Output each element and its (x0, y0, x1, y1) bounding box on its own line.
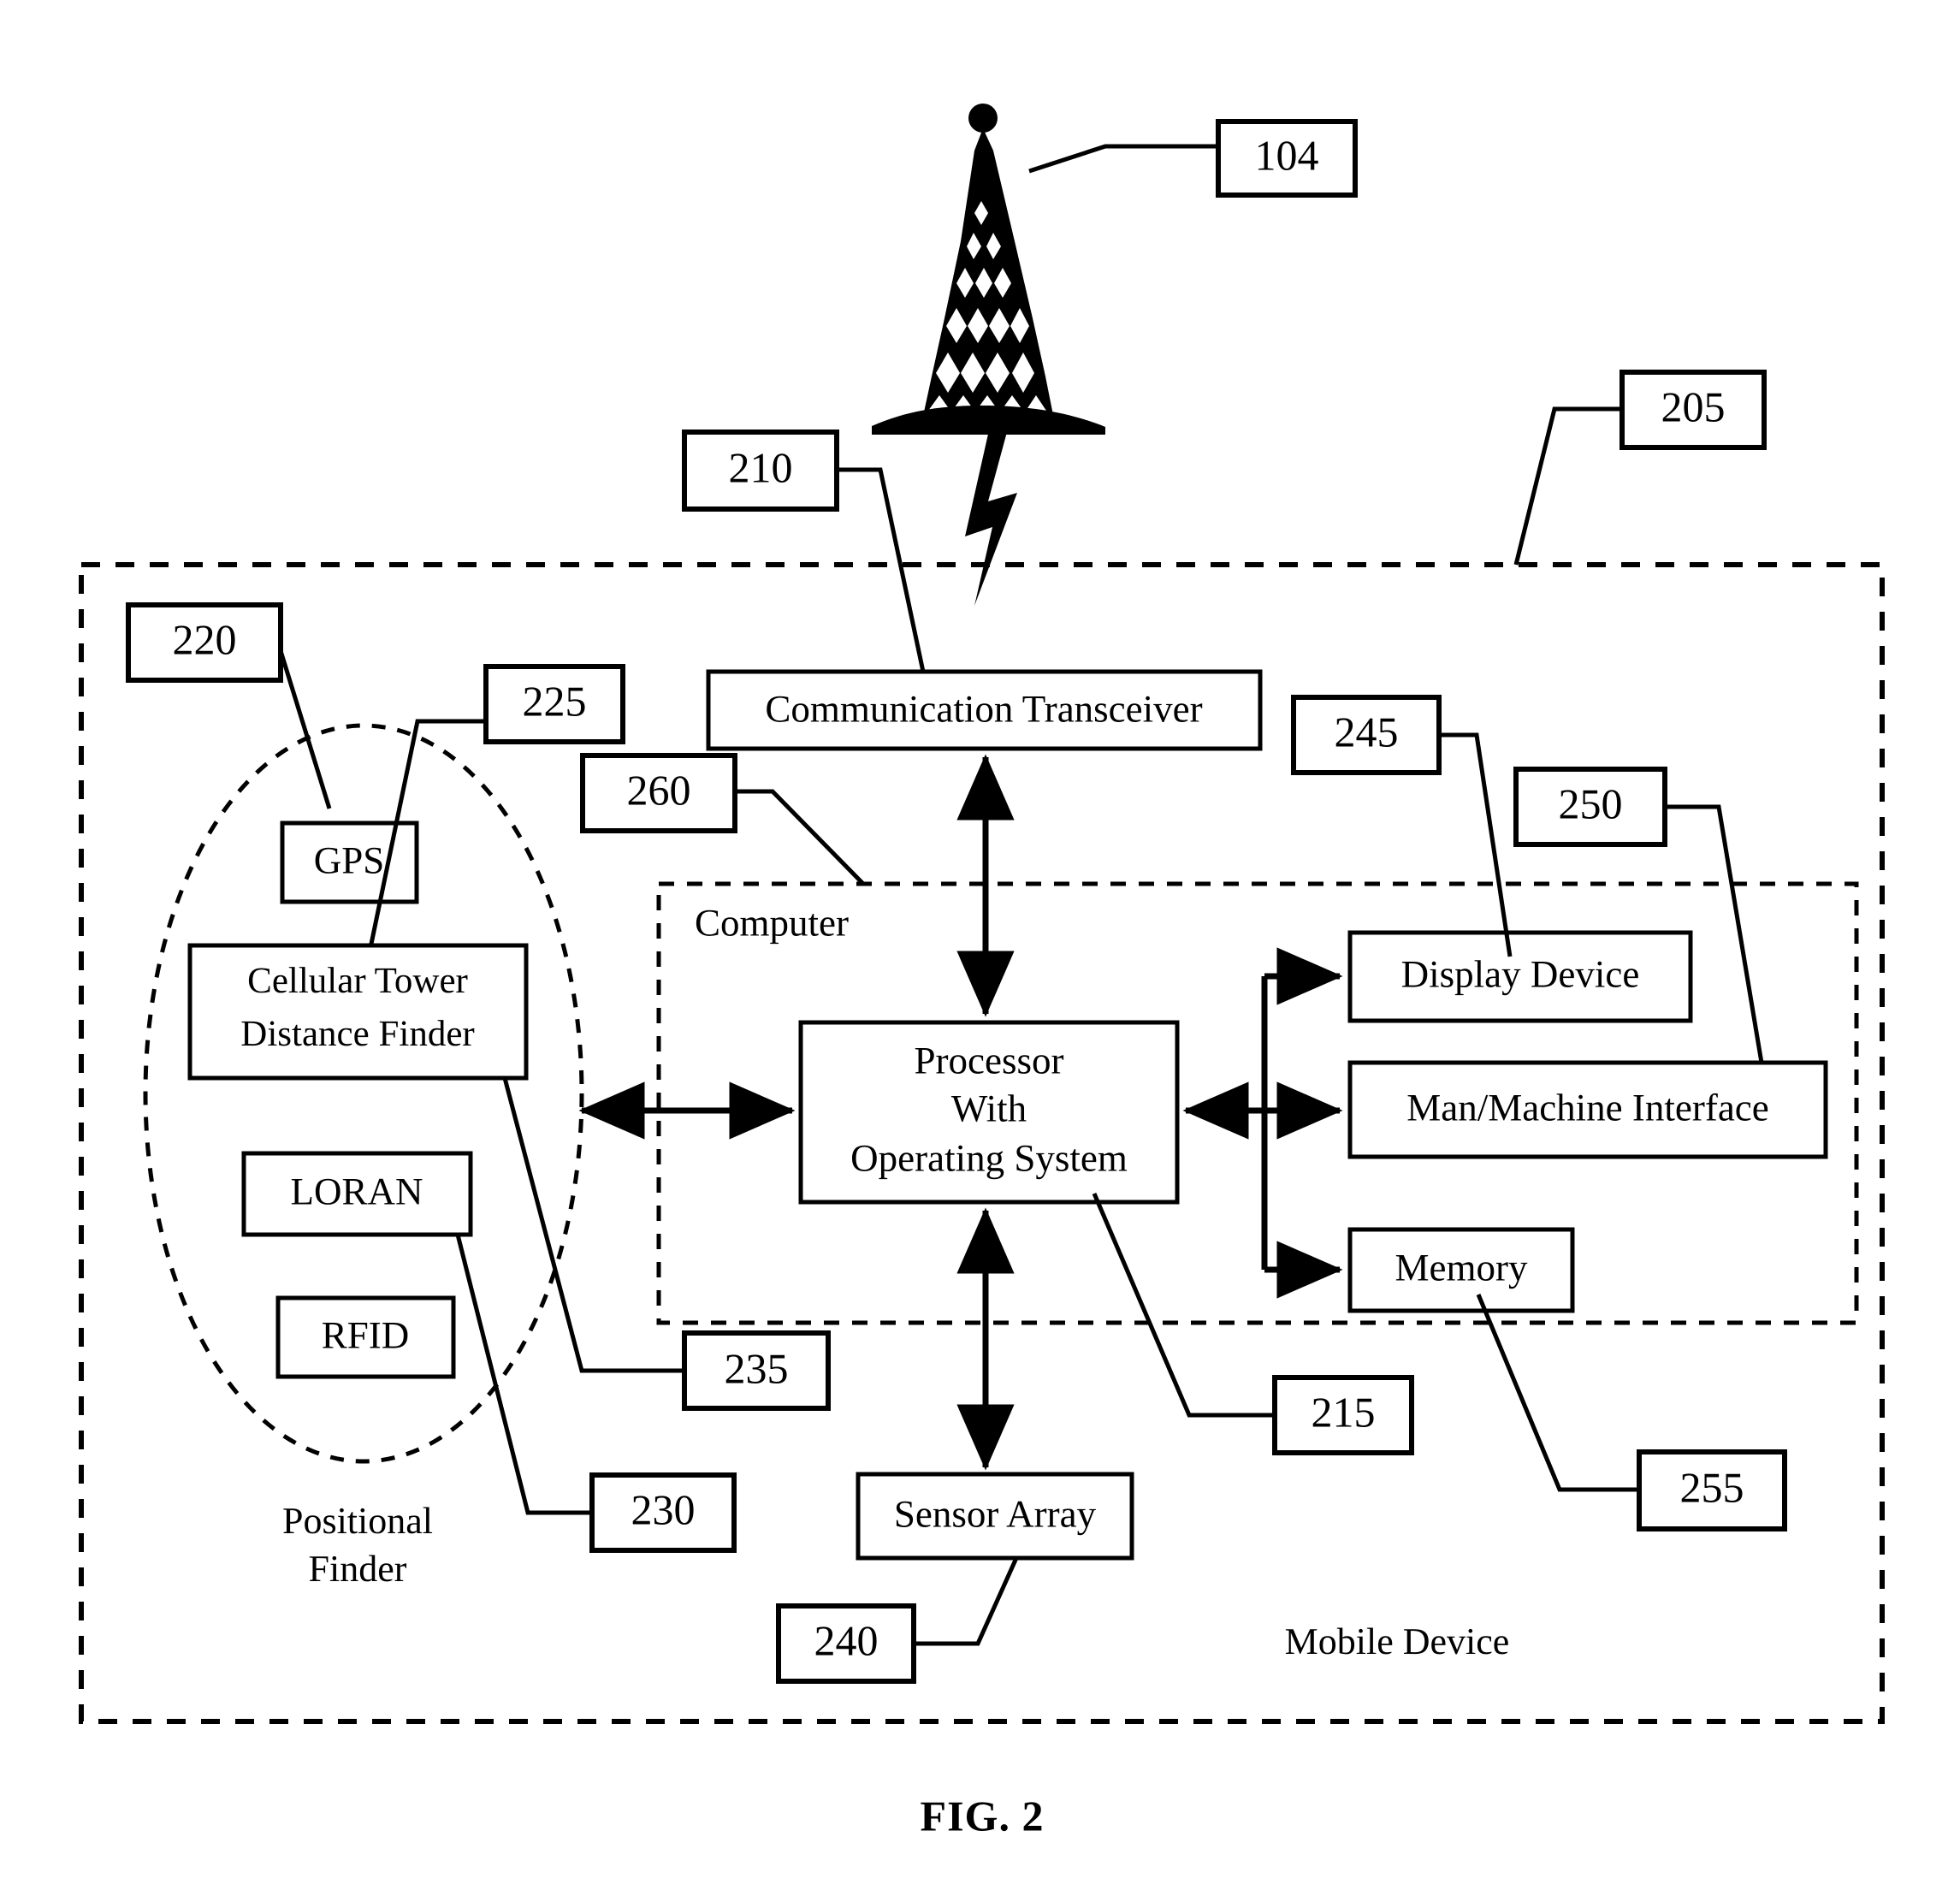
ref-label-235: 235 (725, 1344, 789, 1392)
communication-transceiver-node[interactable]: Communication Transceiver (706, 669, 1263, 751)
ref-label-260: 260 (627, 766, 691, 814)
cell-tower-icon (872, 104, 1105, 435)
cellular-tower-distance-finder-node[interactable]: Cellular Tower Distance Finder (187, 943, 529, 1081)
ref-label-245: 245 (1335, 708, 1399, 755)
ref-label-225: 225 (523, 677, 587, 725)
ref-label-205: 205 (1661, 382, 1726, 430)
patent-figure: 104 205 Mobile Device Communication Tran… (0, 0, 1960, 1884)
sensor-array-label: Sensor Array (894, 1492, 1097, 1535)
ref-box-205: 205 (1620, 370, 1767, 450)
man-machine-interface-label: Man/Machine Interface (1406, 1086, 1769, 1129)
mobile-device-label: Mobile Device (1285, 1620, 1510, 1662)
leader-210 (837, 467, 926, 672)
loran-label: LORAN (291, 1170, 423, 1212)
ref-box-245: 245 (1291, 695, 1442, 775)
ref-box-235: 235 (682, 1330, 831, 1411)
man-machine-interface-node[interactable]: Man/Machine Interface (1347, 1060, 1828, 1159)
ref-box-230: 230 (589, 1472, 737, 1553)
rfid-label: RFID (322, 1313, 410, 1356)
leader-240 (913, 1556, 1019, 1646)
ref-box-260: 260 (580, 753, 737, 833)
display-device-node[interactable]: Display Device (1347, 930, 1693, 1023)
communication-transceiver-label: Communication Transceiver (765, 687, 1202, 730)
ctdf-label-line1: Cellular Tower (247, 961, 468, 1001)
positional-finder-label-line2: Finder (309, 1548, 407, 1590)
leader-205 (1513, 406, 1622, 566)
ref-label-220: 220 (173, 615, 237, 663)
ref-box-240: 240 (776, 1603, 916, 1684)
ref-box-255: 255 (1637, 1449, 1787, 1531)
ref-box-225: 225 (483, 664, 625, 744)
ref-box-220: 220 (126, 602, 283, 683)
ref-label-210: 210 (729, 443, 793, 491)
rfid-node[interactable]: RFID (275, 1295, 456, 1379)
processor-label-line3: Operating System (850, 1136, 1128, 1179)
lightning-bolt-icon (965, 423, 1017, 606)
leader-104 (1028, 144, 1218, 174)
computer-label: Computer (695, 901, 849, 944)
loran-node[interactable]: LORAN (241, 1151, 473, 1237)
sensor-array-node[interactable]: Sensor Array (856, 1472, 1134, 1561)
ref-box-215: 215 (1272, 1375, 1414, 1455)
figure-caption: FIG. 2 (921, 1792, 1045, 1840)
positional-finder-label-line1: Positional (282, 1500, 433, 1542)
processor-label-line1: Processor (915, 1039, 1064, 1081)
gps-node[interactable]: GPS (280, 821, 419, 904)
ref-label-104: 104 (1255, 131, 1319, 179)
processor-label-line2: With (951, 1087, 1027, 1129)
ref-box-104: 104 (1216, 119, 1358, 198)
leader-245 (1439, 732, 1513, 957)
ref-label-230: 230 (631, 1485, 696, 1533)
ref-box-210: 210 (682, 430, 839, 512)
memory-label: Memory (1395, 1246, 1528, 1289)
display-device-label: Display Device (1401, 952, 1640, 995)
leader-215 (1092, 1193, 1275, 1418)
leader-230 (455, 1234, 592, 1515)
ref-label-240: 240 (814, 1616, 879, 1664)
processor-node[interactable]: Processor With Operating System (798, 1020, 1180, 1205)
ctdf-label-line2: Distance Finder (240, 1014, 474, 1054)
gps-label: GPS (314, 838, 385, 881)
ref-label-215: 215 (1312, 1388, 1376, 1436)
diagram-canvas: 104 205 Mobile Device Communication Tran… (79, 104, 1885, 1840)
ref-label-250: 250 (1559, 779, 1623, 827)
memory-node[interactable]: Memory (1347, 1227, 1575, 1313)
ref-box-250: 250 (1513, 767, 1667, 847)
ref-label-255: 255 (1680, 1463, 1744, 1511)
